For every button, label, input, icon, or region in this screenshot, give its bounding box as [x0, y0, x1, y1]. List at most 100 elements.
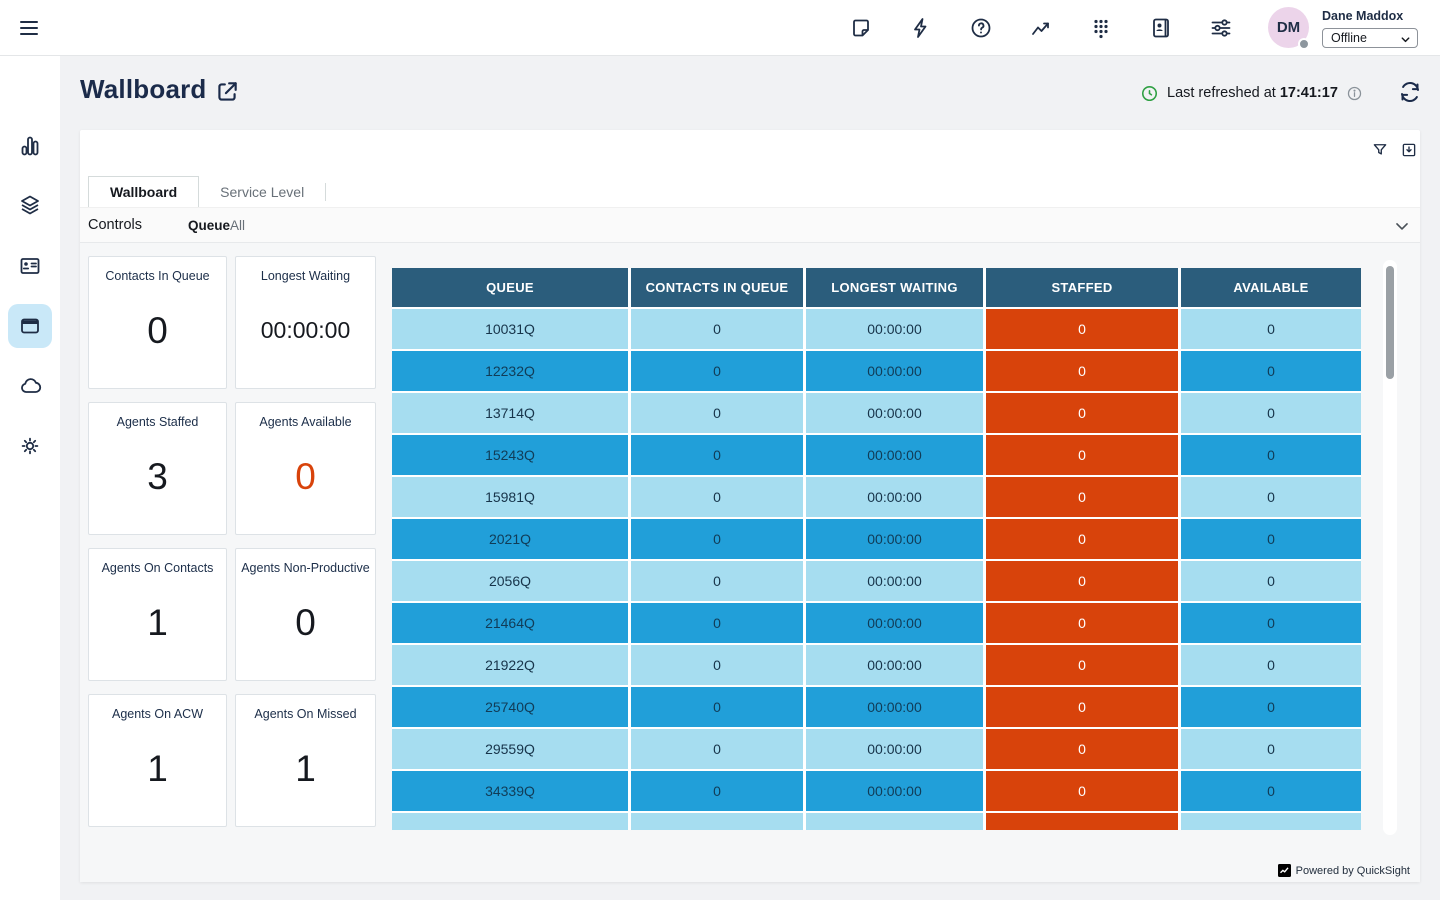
table-cell: [392, 813, 628, 830]
table-cell: 00:00:00: [806, 309, 983, 349]
table-cell: 13714Q: [392, 393, 628, 433]
table-cell: 0: [631, 561, 803, 601]
table-cell: 0: [986, 645, 1178, 685]
table-cell: 10031Q: [392, 309, 628, 349]
table-cell: 0: [1181, 435, 1361, 475]
kpi-value: 1: [147, 575, 168, 680]
info-icon[interactable]: [1346, 85, 1363, 102]
sidebar: [0, 56, 60, 900]
table-cell: 2021Q: [392, 519, 628, 559]
cloud-icon[interactable]: [18, 374, 42, 398]
table-cell: 00:00:00: [806, 645, 983, 685]
table-cell: 00:00:00: [806, 603, 983, 643]
status-select[interactable]: Offline: [1322, 28, 1418, 48]
flash-icon[interactable]: [909, 16, 933, 40]
dialpad-icon[interactable]: [1089, 16, 1113, 40]
layers-icon[interactable]: [18, 193, 42, 217]
table-header-row: QUEUECONTACTS IN QUEUELONGEST WAITINGSTA…: [392, 268, 1361, 307]
table-cell: 00:00:00: [806, 771, 983, 811]
kpi-card: Agents Available 0: [235, 402, 376, 535]
controls-bar[interactable]: Controls Queue All: [80, 207, 1420, 243]
table-cell: 0: [986, 561, 1178, 601]
table-cell: 0: [1181, 519, 1361, 559]
last-refreshed-text: Last refreshed at 17:41:17: [1167, 85, 1338, 101]
directory-icon[interactable]: [1149, 16, 1173, 40]
table-cell: [986, 813, 1178, 830]
table-cell: 0: [1181, 477, 1361, 517]
user-name: Dane Maddox: [1322, 9, 1403, 23]
wallboard-icon[interactable]: [18, 314, 42, 338]
export-download-icon[interactable]: [1400, 141, 1418, 159]
table-cell: [806, 813, 983, 830]
kpi-title: Agents Non-Productive: [237, 561, 374, 575]
table-row: 34339Q000:00:0000: [392, 771, 1361, 811]
kpi-value: 00:00:00: [261, 283, 351, 388]
table-cell: 0: [631, 771, 803, 811]
open-external-icon[interactable]: [214, 79, 240, 105]
kpi-grid: Contacts In Queue 0 Longest Waiting 00:0…: [88, 256, 376, 827]
table-cell: 21922Q: [392, 645, 628, 685]
preferences-icon[interactable]: [1209, 16, 1233, 40]
table-row: 25740Q000:00:0000: [392, 687, 1361, 727]
menu-icon[interactable]: [17, 16, 41, 40]
column-header[interactable]: QUEUE: [392, 268, 628, 307]
table-cell: 12232Q: [392, 351, 628, 391]
table-cell: 0: [986, 519, 1178, 559]
scrollbar-thumb[interactable]: [1386, 266, 1394, 379]
table-cell: 00:00:00: [806, 393, 983, 433]
kpi-card: Agents On Missed 1: [235, 694, 376, 827]
tab-divider: [325, 183, 326, 201]
kpi-value: 0: [295, 575, 316, 680]
kpi-title: Agents Available: [255, 415, 355, 429]
queue-filter-value[interactable]: All: [230, 218, 245, 233]
analytics-icon[interactable]: [18, 134, 42, 158]
quicksight-logo-icon: [1278, 864, 1291, 877]
tab-wallboard[interactable]: Wallboard: [88, 176, 199, 207]
refresh-button[interactable]: [1398, 80, 1422, 104]
table-cell: 0: [1181, 393, 1361, 433]
table-cell: 0: [631, 729, 803, 769]
kpi-title: Agents Staffed: [113, 415, 203, 429]
table-cell: 0: [1181, 687, 1361, 727]
table-cell: 0: [1181, 771, 1361, 811]
tab-service-level[interactable]: Service Level: [199, 176, 325, 207]
dashboard-embed: Contacts In Queue 0 Longest Waiting 00:0…: [80, 243, 1420, 882]
filter-icon[interactable]: [1371, 141, 1389, 159]
column-header[interactable]: STAFFED: [986, 268, 1178, 307]
column-header[interactable]: CONTACTS IN QUEUE: [631, 268, 803, 307]
table-cell: 34339Q: [392, 771, 628, 811]
table-cell: 00:00:00: [806, 435, 983, 475]
table-cell: 0: [1181, 309, 1361, 349]
table-row: 2056Q000:00:0000: [392, 561, 1361, 601]
table-cell: [1181, 813, 1361, 830]
note-icon[interactable]: [849, 16, 873, 40]
contact-card-icon[interactable]: [18, 254, 42, 278]
top-bar: DM Dane Maddox Offline: [0, 0, 1440, 56]
chevron-down-icon[interactable]: [1392, 216, 1412, 236]
table-cell: 0: [1181, 645, 1361, 685]
table-cell: 0: [986, 351, 1178, 391]
queue-filter-label: Queue: [188, 218, 230, 233]
table-cell: 0: [631, 645, 803, 685]
column-header[interactable]: AVAILABLE: [1181, 268, 1361, 307]
table-cell: 0: [631, 435, 803, 475]
settings-gear-icon[interactable]: [18, 434, 42, 458]
kpi-card: Agents Staffed 3: [88, 402, 227, 535]
chevron-down-icon: [1400, 34, 1411, 45]
table-cell: 0: [631, 603, 803, 643]
table-cell: 29559Q: [392, 729, 628, 769]
kpi-value: 1: [147, 721, 168, 826]
help-icon[interactable]: [969, 16, 993, 40]
table-scrollbar[interactable]: [1383, 260, 1397, 835]
table-cell: 0: [1181, 603, 1361, 643]
column-header[interactable]: LONGEST WAITING: [806, 268, 983, 307]
table-cell: 00:00:00: [806, 477, 983, 517]
table-row: 15243Q000:00:0000: [392, 435, 1361, 475]
table-row: 21922Q000:00:0000: [392, 645, 1361, 685]
dashboard-panel: Wallboard Service Level Controls Queue A…: [80, 130, 1420, 882]
quicksight-footer: Powered by QuickSight: [1278, 864, 1410, 877]
metrics-icon[interactable]: [1029, 16, 1053, 40]
controls-label: Controls: [88, 217, 142, 233]
table-cell: [631, 813, 803, 830]
kpi-value: 1: [295, 721, 316, 826]
